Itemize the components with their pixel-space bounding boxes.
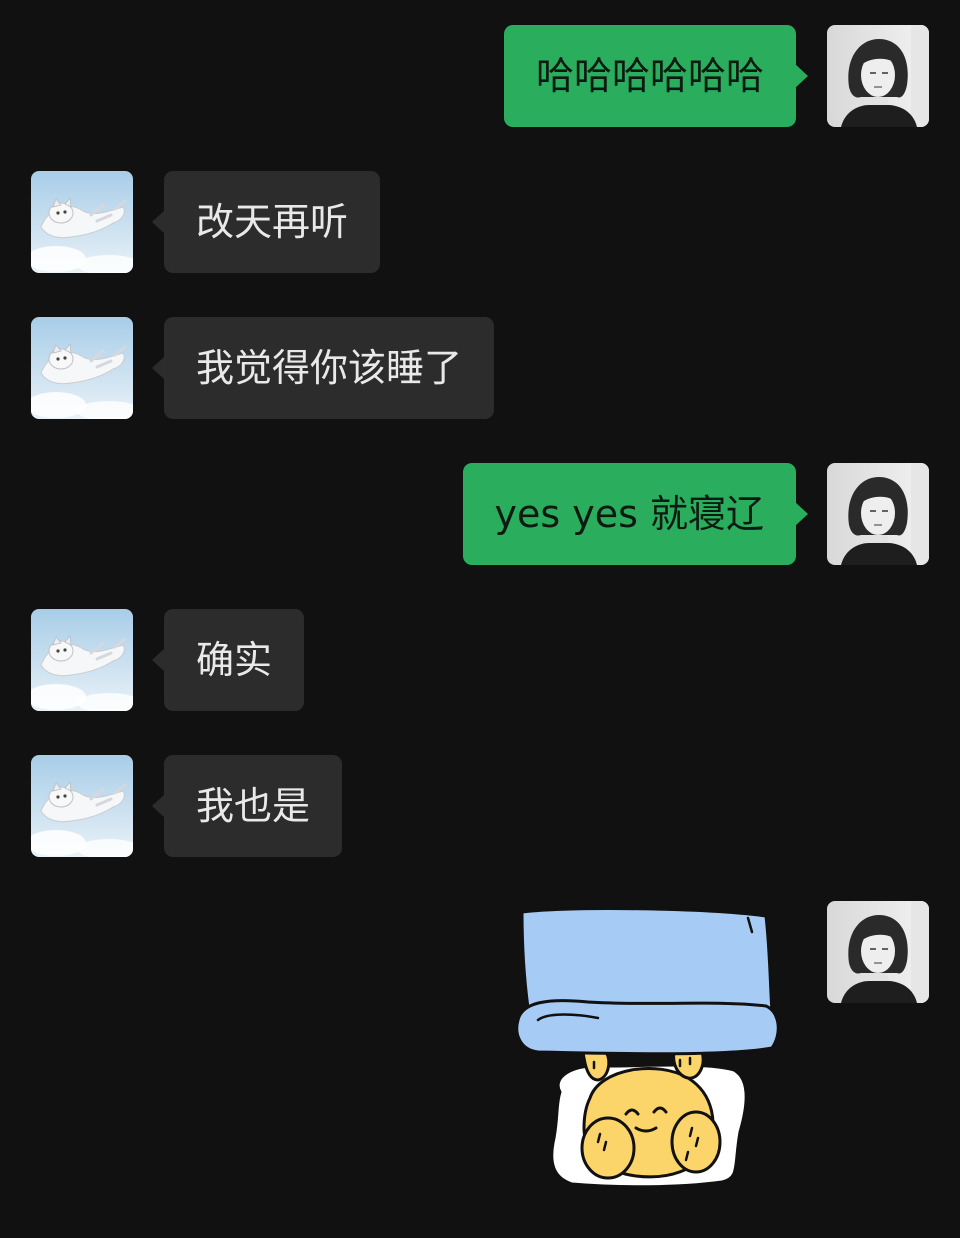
- cloud-cat-icon[interactable]: [31, 317, 133, 419]
- message-row-incoming: 我也是: [0, 755, 960, 857]
- woman-portrait-icon[interactable]: [827, 901, 929, 1003]
- incoming-message-bubble[interactable]: 我也是: [151, 755, 343, 857]
- incoming-message-bubble[interactable]: 确实: [151, 609, 305, 711]
- message-row-outgoing: [0, 901, 960, 1003]
- message-row-incoming: 确实: [0, 609, 960, 711]
- outgoing-message-bubble[interactable]: yes yes 就寝辽: [462, 463, 808, 565]
- message-row-outgoing: 哈哈哈哈哈哈: [0, 25, 960, 127]
- cloud-cat-icon[interactable]: [31, 609, 133, 711]
- cloud-cat-icon[interactable]: [31, 171, 133, 273]
- sleeping-bear-sticker[interactable]: [508, 902, 784, 1198]
- message-row-outgoing: yes yes 就寝辽: [0, 463, 960, 565]
- woman-portrait-icon[interactable]: [827, 25, 929, 127]
- outgoing-message-bubble[interactable]: 哈哈哈哈哈哈: [503, 25, 809, 127]
- blanket-top: [520, 907, 774, 1014]
- incoming-message-bubble[interactable]: 改天再听: [151, 171, 381, 273]
- incoming-message-bubble[interactable]: 我觉得你该睡了: [151, 317, 495, 419]
- blanket-fold: [515, 999, 780, 1056]
- message-row-incoming: 我觉得你该睡了: [0, 317, 960, 419]
- woman-portrait-icon[interactable]: [827, 463, 929, 565]
- chat-message-list[interactable]: 哈哈哈哈哈哈 改天再听 我觉得你该睡了 yes yes 就寝辽 确实 我也是: [0, 0, 960, 1238]
- message-row-incoming: 改天再听: [0, 171, 960, 273]
- cloud-cat-icon[interactable]: [31, 755, 133, 857]
